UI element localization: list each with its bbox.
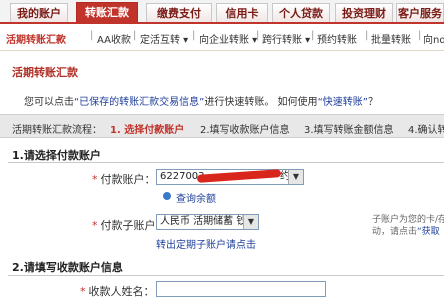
step-2: 2.填写收款账户信息 [200,125,290,136]
hint-get-link[interactable]: “获取 [417,227,440,237]
chevron-down-icon: ▼ [288,170,303,184]
divider [8,162,444,163]
subnav-aa-collect[interactable]: AA收款 [97,31,131,46]
tab-credit-card[interactable]: 信用卡 [216,3,268,22]
saved-transfers-link[interactable]: “已保存的转账汇款交易信息” [74,97,204,108]
divider: | [90,30,94,41]
tab-investment[interactable]: 投资理财 [335,3,393,22]
tab-transfer[interactable]: 转账汇款 [76,2,138,22]
hint-line-2: 动，请点击“获取 [372,226,444,238]
subnav-scheduled[interactable]: 预约转账 [317,31,357,46]
pay-account-label-text: 付款账户： [100,173,156,186]
divider [8,275,444,276]
steps-prefix: 活期转账汇款流程： [12,125,102,136]
sub-navigation: 活期转账汇款 | AA收款 | 定活互转 ▾ | 向企业转账 ▾ | 跨行转账 … [0,24,444,51]
fixed-sub-account-link[interactable]: 转出定期子账户请点击 [156,236,256,251]
hint-line-1: 子账户为您的卡/存 [372,215,444,225]
hint-line-2-text: 动，请点击 [372,227,418,237]
section-title-pay-account: 1.请选择付款账户 [12,149,101,162]
payee-name-label: * 收款人姓名： [80,283,155,299]
balance-icon [163,192,171,200]
required-marker: * [80,285,86,298]
pay-account-label: * 付款账户： [92,171,156,187]
intro-suffix: ？ [367,97,378,108]
required-marker: * [92,219,98,232]
divider: | [192,30,196,41]
quick-transfer-link[interactable]: “快速转账” [318,97,368,108]
query-balance-link[interactable]: 查询余额 [176,190,216,205]
subnav-to-enterprise[interactable]: 向企业转账 ▾ [199,31,257,46]
section-title-payee: 2.请填写收款账户信息 [12,261,123,274]
subnav-current-transfer[interactable]: 活期转账汇款 [6,31,66,46]
payee-name-input[interactable] [156,281,326,297]
subnav-fixed-current[interactable]: 定活互转 ▾ [140,31,188,46]
chevron-down-icon: ▼ [243,215,258,229]
subnav-interbank[interactable]: 跨行转账 ▾ [262,31,310,46]
subnav-batch[interactable]: 批量转账 [371,31,411,46]
process-steps: 活期转账汇款流程： 1. 选择付款账户 2.填写收款账户信息 3.填写转账金额信… [0,114,444,138]
step-4: 4.确认转 [408,125,444,136]
sub-account-select[interactable]: 人民币 活期储蓄 钞 ▼ [156,214,259,230]
divider: | [311,30,315,41]
divider: | [418,30,422,41]
tab-my-account[interactable]: 我的账户 [10,3,68,22]
tab-personal-loan[interactable]: 个人贷款 [272,3,330,22]
intro-prefix: 您可以点击 [24,97,74,108]
top-tab-bar: 我的账户 转账汇款 缴费支付 信用卡 个人贷款 投资理财 客户服务 [0,0,444,24]
divider: | [365,30,369,41]
divider: | [256,30,260,41]
sub-account-hint: 子账户为您的卡/存 动，请点击“获取 [372,214,444,238]
required-marker: * [92,173,98,186]
step-1: 1. 选择付款账户 [110,125,185,136]
divider: | [133,30,137,41]
intro-mid: 进行快速转账。 如何使用 [204,97,318,108]
tab-payment[interactable]: 缴费支付 [146,3,212,22]
subnav-more[interactable]: 向nd [423,31,444,46]
step-3: 3.填写转账金额信息 [304,125,394,136]
tab-customer-service[interactable]: 客户服务 [396,3,444,22]
payee-name-label-text: 收款人姓名： [88,285,155,298]
page-title: 活期转账汇款 [12,66,78,79]
sub-account-value: 人民币 活期储蓄 钞 [160,216,247,227]
intro-text: 您可以点击“已保存的转账汇款交易信息”进行快速转账。 如何使用“快速转账”？ [24,93,378,108]
